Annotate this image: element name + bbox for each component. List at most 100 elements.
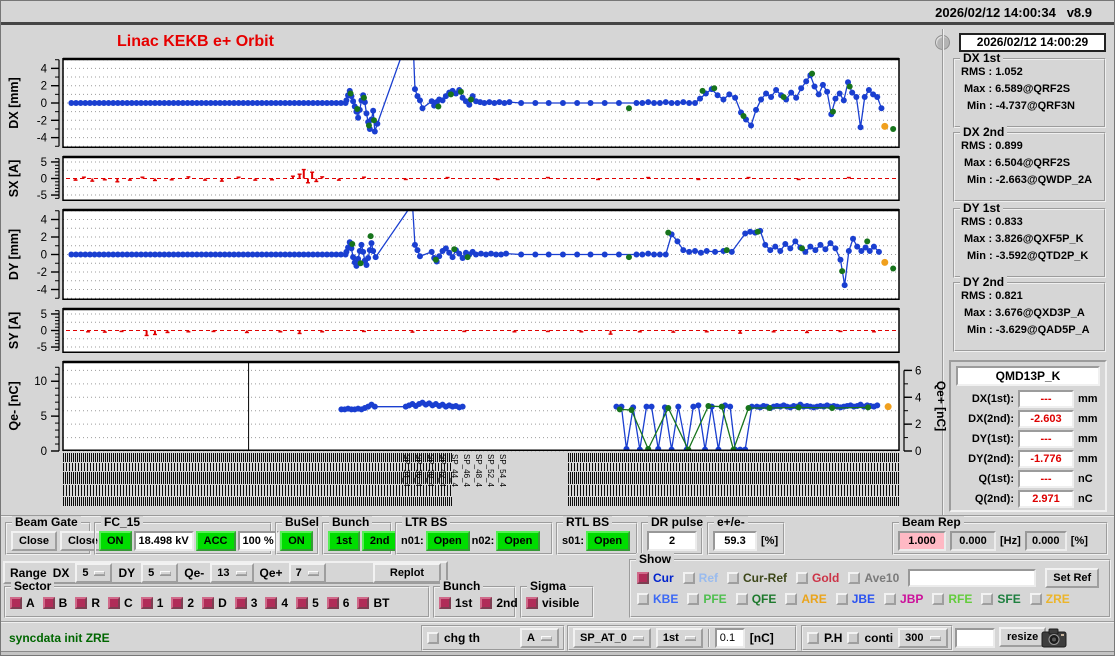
show-checkbox-sfe[interactable]: SFE bbox=[981, 592, 1021, 606]
svg-text:-5: -5 bbox=[37, 342, 47, 354]
extra-input[interactable] bbox=[955, 628, 995, 648]
sector-checkbox-1[interactable]: 1 bbox=[140, 596, 163, 610]
range-qem-value: 13 bbox=[217, 566, 230, 579]
bpm-monitor-rows: DX(1st): --- mm DX(2nd): -2.603 mm DY(1st): ---… bbox=[953, 390, 1103, 508]
sector-checkbox-5[interactable]: 5 bbox=[296, 596, 319, 610]
range-qem-dropdown[interactable]: 13 bbox=[210, 562, 254, 583]
show-checkbox-jbp[interactable]: JBP bbox=[884, 592, 923, 606]
sp-at-dropdown[interactable]: SP_AT_0 bbox=[573, 628, 651, 648]
checkbox bbox=[202, 597, 215, 609]
checkbox-label: R bbox=[91, 596, 101, 610]
beam-gate-close1-button[interactable]: Close bbox=[11, 531, 57, 551]
data-timestamp: 2026/02/12 14:00:29 bbox=[959, 33, 1106, 52]
sigma-checkbox-visible[interactable]: visible bbox=[526, 596, 579, 610]
bpm-noise-row bbox=[568, 497, 899, 506]
linac-orbit-window: 2026/02/12 14:00:34 v8.9 Linac KEKB e+ O… bbox=[0, 0, 1115, 656]
fc15-on-button[interactable]: ON bbox=[99, 531, 132, 551]
stat-group-dx-2nd: DX 2nd RMS : 0.899 Max : 6.504@QRF2S Min : … bbox=[953, 126, 1106, 202]
ref-name-input[interactable] bbox=[908, 569, 1037, 587]
svg-text:0: 0 bbox=[41, 250, 47, 262]
bunch-1st-button[interactable]: 1st bbox=[328, 531, 360, 551]
dropdown-indicator bbox=[541, 636, 552, 640]
sector-checkbox-4[interactable]: 4 bbox=[265, 596, 288, 610]
replot-button[interactable]: Replot bbox=[373, 562, 441, 583]
sector-checkbox-6[interactable]: 6 bbox=[326, 596, 349, 610]
bunch-checkbox-2nd[interactable]: 2nd bbox=[480, 596, 518, 610]
bpm-monitor-row-label: DX(1st): bbox=[971, 393, 1014, 405]
count-dropdown[interactable]: 300 bbox=[898, 628, 948, 648]
ltr-n02-open-button[interactable]: Open bbox=[496, 531, 541, 551]
ltr-n01-open-button[interactable]: Open bbox=[425, 531, 470, 551]
show-checkbox-kbe[interactable]: KBE bbox=[637, 592, 678, 606]
ph-checkbox[interactable] bbox=[807, 632, 819, 644]
svg-text:0: 0 bbox=[41, 174, 47, 186]
threshold-input[interactable]: 0.1 bbox=[714, 628, 745, 648]
set-ref-button[interactable]: Set Ref bbox=[1045, 568, 1100, 588]
checkbox bbox=[75, 597, 88, 609]
divider bbox=[707, 629, 710, 647]
sector-checkbox-r[interactable]: R bbox=[75, 596, 100, 610]
fc15-percent-field[interactable]: 100 % bbox=[237, 531, 279, 551]
bpm-noise-row bbox=[63, 463, 453, 471]
bpm-monitor-row-label: Q(2nd): bbox=[974, 493, 1014, 505]
range-dy-dropdown[interactable]: 5 bbox=[141, 562, 179, 583]
threshold-panel: SP_AT_0 1st 0.1 [nC] bbox=[567, 625, 797, 651]
conti-checkbox[interactable] bbox=[847, 632, 860, 644]
checkbox bbox=[682, 572, 695, 584]
resize-button[interactable]: resize bbox=[999, 627, 1047, 647]
bunch-mode-dropdown[interactable]: 1st bbox=[655, 628, 703, 648]
checkbox bbox=[526, 597, 538, 609]
checkbox-label: PFE bbox=[703, 592, 727, 606]
checkbox bbox=[42, 597, 55, 609]
rtl-s01-open-button[interactable]: Open bbox=[586, 531, 631, 551]
show-row1-items: Cur Ref Cur-Ref Gold Ave10 bbox=[637, 571, 899, 585]
svg-text:Qe+ [nC]: Qe+ [nC] bbox=[934, 381, 948, 431]
sector-checkbox-b[interactable]: B bbox=[42, 596, 67, 610]
status-bar: syncdata init ZRE chg th A SP_AT_0 1st 0… bbox=[1, 621, 1114, 652]
show-checkbox-cur[interactable]: Cur bbox=[637, 571, 674, 585]
svg-text:-5: -5 bbox=[37, 190, 47, 202]
dr-pulse-field[interactable]: 2 bbox=[647, 531, 697, 551]
epem-field[interactable]: 59.3 bbox=[713, 531, 757, 551]
range-qep-dropdown[interactable]: 7 bbox=[288, 562, 326, 583]
bpm-monitor-row-label: DY(2nd): bbox=[968, 453, 1014, 465]
sector-label: Sector bbox=[11, 580, 55, 592]
sector-checkbox-2[interactable]: 2 bbox=[171, 596, 194, 610]
sector-checkbox-a[interactable]: A bbox=[10, 596, 35, 610]
show-checkbox-qfe[interactable]: QFE bbox=[735, 592, 776, 606]
bunch-checkbox-1st[interactable]: 1st bbox=[439, 596, 472, 610]
dr-pulse-group: DR pulse 2 bbox=[641, 516, 707, 555]
bpm-noise-row bbox=[568, 453, 899, 462]
show-checkbox-zre[interactable]: ZRE bbox=[1029, 592, 1070, 606]
stat-min: Min : -2.663@QWDP_2A bbox=[967, 174, 1093, 186]
sector-checkbox-c[interactable]: C bbox=[108, 596, 133, 610]
chg-th-checkbox[interactable] bbox=[427, 632, 439, 644]
ltr-bs-group: LTR BS n01: Open n02: Open bbox=[395, 516, 553, 555]
plot-sx: 5 0 -5 SX [A] bbox=[7, 155, 900, 202]
bpm-monitor-row-value: -2.603 bbox=[1018, 410, 1074, 428]
snapshot-camera-icon[interactable] bbox=[1041, 627, 1067, 649]
busel-on-button[interactable]: ON bbox=[280, 531, 313, 551]
fc15-acc-button[interactable]: ACC bbox=[195, 531, 236, 551]
svg-text:0: 0 bbox=[41, 446, 47, 458]
sector-checkbox-3[interactable]: 3 bbox=[234, 596, 257, 610]
show-checkbox-pfe[interactable]: PFE bbox=[687, 592, 727, 606]
sector-checkbox-d[interactable]: D bbox=[202, 596, 227, 610]
bunch-2nd-button[interactable]: 2nd bbox=[361, 531, 398, 551]
range-dx-dropdown[interactable]: 5 bbox=[75, 562, 113, 583]
show-checkbox-ref[interactable]: Ref bbox=[682, 571, 718, 585]
fc15-kv-field[interactable]: 18.498 kV bbox=[133, 531, 194, 551]
show-checkbox-are[interactable]: ARE bbox=[785, 592, 827, 606]
show-checkbox-jbe[interactable]: JBE bbox=[835, 592, 875, 606]
show-checkbox-rfe[interactable]: RFE bbox=[932, 592, 972, 606]
show-checkbox-cur-ref[interactable]: Cur-Ref bbox=[727, 571, 787, 585]
bpm-noise-block bbox=[568, 453, 899, 510]
stat-max: Max : 3.826@QXF5P_K bbox=[964, 233, 1084, 245]
bpm-monitor-row-unit: mm bbox=[1078, 393, 1098, 405]
beam-rep-set-field[interactable]: 1.000 bbox=[898, 531, 946, 551]
show-checkbox-gold[interactable]: Gold bbox=[796, 571, 839, 585]
bpm-name-label: SP_42_4 bbox=[438, 454, 447, 487]
show-checkbox-ave10[interactable]: Ave10 bbox=[848, 571, 899, 585]
sector-checkbox-bt[interactable]: BT bbox=[357, 596, 389, 610]
mode-dropdown[interactable]: A bbox=[520, 628, 559, 648]
